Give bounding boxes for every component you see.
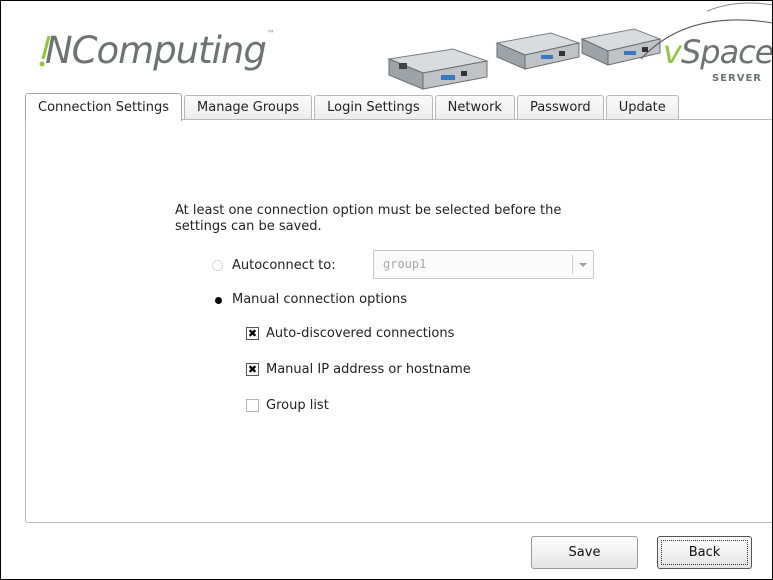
focus-ring <box>661 540 748 565</box>
group-list-option[interactable]: Group list <box>246 398 329 413</box>
logo-accent-icon <box>39 35 51 67</box>
group-select-value: group1 <box>383 257 427 271</box>
chevron-down-icon[interactable] <box>579 263 587 267</box>
trademark-mark: ™ <box>266 29 275 38</box>
auto-discovered-checkbox[interactable]: ✖ <box>246 327 259 340</box>
autoconnect-radio[interactable] <box>212 260 223 271</box>
vspace-logo: vSpace™ <box>663 33 773 71</box>
connection-settings-panel: At least one connection option must be s… <box>25 119 772 523</box>
manual-ip-label: Manual IP address or hostname <box>266 362 471 377</box>
vspace-logo-text: Space <box>680 33 773 71</box>
ncomputing-logo-text: NComputing <box>45 29 267 72</box>
ncomputing-logo: NComputing™ <box>39 29 275 72</box>
autoconnect-label: Autoconnect to: <box>232 258 336 273</box>
auto-discovered-option[interactable]: ✖ Auto-discovered connections <box>246 326 454 341</box>
vspace-settings-window: NComputing™ vSpace™ SERVER Connec <box>0 0 773 580</box>
tab-connection-settings[interactable]: Connection Settings <box>25 93 183 121</box>
autoconnect-option[interactable]: Autoconnect to: <box>212 258 336 273</box>
settings-tab-bar: Connection Settings Manage Groups Login … <box>25 93 681 121</box>
manual-connection-option[interactable]: Manual connection options <box>212 292 407 307</box>
select-divider <box>572 255 573 274</box>
manual-ip-checkbox[interactable]: ✖ <box>246 363 259 376</box>
server-label: SERVER <box>712 73 763 84</box>
access-device-icon <box>387 48 489 90</box>
manual-ip-option[interactable]: ✖ Manual IP address or hostname <box>246 362 471 377</box>
autoconnect-group-select[interactable]: group1 <box>373 250 594 279</box>
selection-notice: At least one connection option must be s… <box>175 203 562 234</box>
group-list-checkbox[interactable] <box>246 399 259 412</box>
tab-login-settings[interactable]: Login Settings <box>314 95 433 120</box>
tab-password[interactable]: Password <box>516 95 604 120</box>
tab-update[interactable]: Update <box>605 95 679 120</box>
manual-connection-radio[interactable] <box>212 294 223 305</box>
back-button[interactable]: Back <box>657 536 752 569</box>
tab-network[interactable]: Network <box>434 95 515 120</box>
manual-connection-label: Manual connection options <box>232 292 408 307</box>
auto-discovered-label: Auto-discovered connections <box>266 326 455 341</box>
access-device-icon <box>495 32 581 70</box>
group-list-label: Group list <box>266 398 329 413</box>
save-button[interactable]: Save <box>531 536 638 569</box>
tab-manage-groups[interactable]: Manage Groups <box>184 95 313 120</box>
